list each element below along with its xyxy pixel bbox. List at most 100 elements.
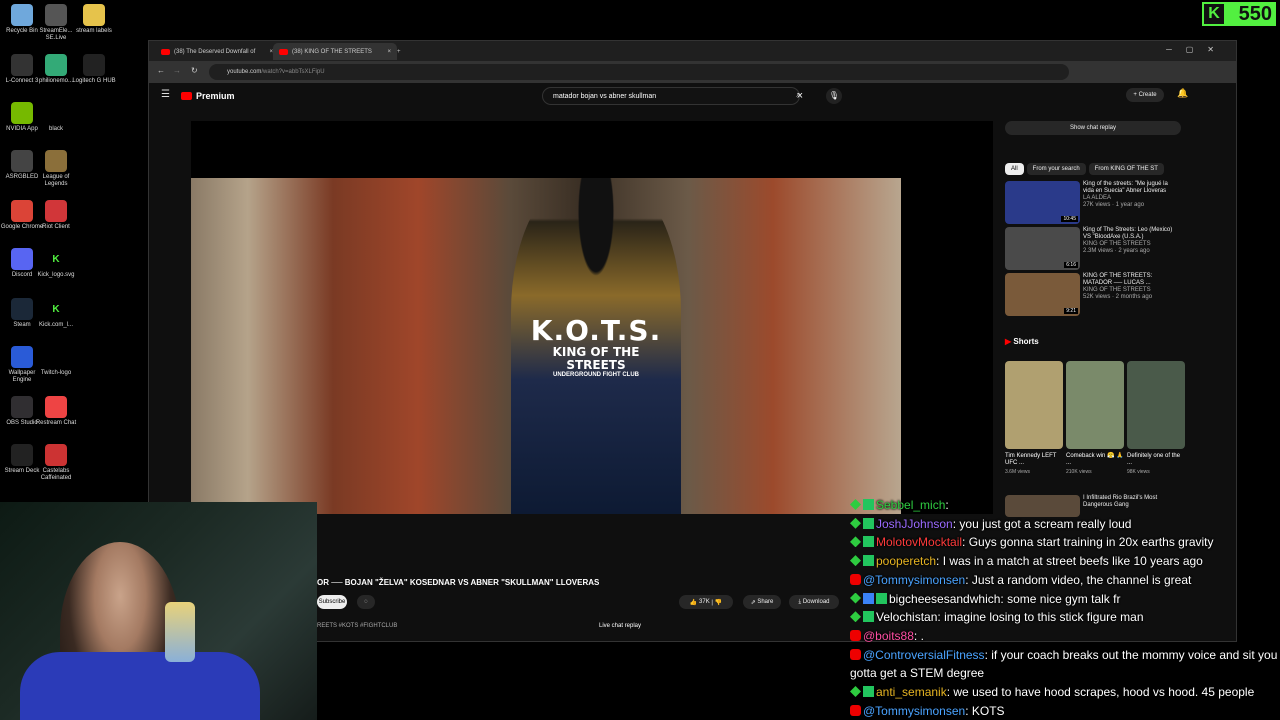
short-video[interactable]: Tim Kennedy LEFT UFC ... 3.6M views <box>1005 361 1063 475</box>
download-button[interactable]: ⤓ Download <box>789 595 839 609</box>
app-icon <box>11 248 33 270</box>
short-video[interactable]: Comeback win 😤 🙏 ... 210K views <box>1066 361 1124 475</box>
url-path: /watch?v=abbTsXLFipU <box>261 69 325 75</box>
mic-icon[interactable]: 🎙 <box>826 88 842 104</box>
chip-all[interactable]: All <box>1005 163 1024 175</box>
desktop-icon[interactable]: Logitech G HUB <box>72 54 116 85</box>
recommended-video[interactable]: 10:45 King of the streets: "Me jugué la v… <box>1005 181 1185 225</box>
desktop-icon[interactable]: K Kick.com_l... <box>34 298 78 329</box>
app-icon <box>83 54 105 76</box>
video-title[interactable]: King of the streets: "Me jugué la vida e… <box>1083 181 1178 195</box>
recommended-video[interactable]: 6:16 King of The Streets: Leo (Mexico) VS… <box>1005 227 1185 271</box>
new-tab-button[interactable]: + <box>391 43 407 60</box>
chat-username[interactable]: Velochistan <box>876 610 937 624</box>
desktop-icon-label: Logitech G HUB <box>72 78 116 84</box>
channel-name[interactable]: KING OF THE STREETS <box>1083 287 1178 294</box>
short-thumbnail[interactable] <box>1127 361 1185 449</box>
video-title[interactable]: KING OF THE STREETS: MATADOR ── LUCAS ..… <box>1083 273 1178 287</box>
back-icon[interactable]: ← <box>157 66 165 75</box>
chat-text: I was in a match at street beefs like 10… <box>942 554 1203 569</box>
desktop-icon[interactable]: Riot Client <box>34 200 78 231</box>
show-chat-replay-button[interactable]: Show chat replay <box>1005 121 1181 135</box>
chat-username[interactable]: anti_semanik <box>876 685 947 699</box>
chat-username[interactable]: JoshJJohnson <box>876 517 953 531</box>
hashtags[interactable]: REETS #KOTS #FIGHTCLUB <box>317 623 397 629</box>
desktop-icon[interactable]: K Kick_logo.svg <box>34 248 78 279</box>
bell-icon[interactable]: 🔔 <box>1177 88 1188 99</box>
app-icon <box>11 150 33 172</box>
kick-badge-icon <box>863 536 874 548</box>
search-icon[interactable]: ⌕ <box>796 89 801 100</box>
short-title[interactable]: Tim Kennedy LEFT UFC ... <box>1005 453 1063 467</box>
like-count: 37K <box>699 599 710 605</box>
share-button[interactable]: ⇗ Share <box>743 595 781 609</box>
youtube-premium-logo[interactable]: Premium <box>196 91 235 101</box>
chat-username[interactable]: @Tommysimonsen <box>863 704 965 718</box>
chat-username[interactable]: Sebbel_mich <box>876 498 945 512</box>
gem-badge-icon <box>850 517 861 529</box>
chat-username[interactable]: pooperetch <box>876 554 936 568</box>
chat-username[interactable]: bigcheesesandwhich <box>889 592 1000 606</box>
chip-from-search[interactable]: From your search <box>1026 163 1086 175</box>
video-thumbnail[interactable]: 6:16 <box>1005 227 1080 270</box>
like-button[interactable]: 👍 37K | 👎 <box>679 595 733 609</box>
recommended-video[interactable]: 9:21 KING OF THE STREETS: MATADOR ── LUCA… <box>1005 273 1185 317</box>
live-chat-replay-header[interactable]: Live chat replay <box>599 623 641 629</box>
short-title[interactable]: Comeback win 😤 🙏 ... <box>1066 453 1124 467</box>
gem-badge-icon <box>850 611 861 623</box>
short-thumbnail[interactable] <box>1005 361 1063 449</box>
chat-separator: : <box>913 628 921 643</box>
forward-icon[interactable]: → <box>173 66 181 75</box>
chat-separator: : <box>965 703 972 718</box>
youtube-favicon-icon <box>161 48 170 55</box>
tab-kots[interactable]: (38) KING OF THE STREETS × <box>273 43 397 60</box>
desktop-icon-label: Kick_logo.svg <box>37 272 75 278</box>
duration-badge: 10:45 <box>1061 216 1078 222</box>
viewer-count: 550 <box>1238 2 1272 25</box>
channel-name[interactable]: KING OF THE STREETS <box>1083 241 1178 248</box>
video-thumbnail[interactable]: 10:45 <box>1005 181 1080 224</box>
subscribe-button[interactable]: Subscribe <box>317 595 347 609</box>
video-title[interactable]: King of The Streets: Leo (Mexico) VS "Bl… <box>1083 227 1178 241</box>
video-thumbnail[interactable]: 9:21 <box>1005 273 1080 316</box>
app-icon <box>45 102 67 124</box>
channel-name[interactable]: LA ALDEA <box>1083 195 1178 202</box>
short-video[interactable]: Definitely one of the ... 98K views <box>1127 361 1185 475</box>
kick-badge-icon <box>863 686 874 698</box>
chat-username[interactable]: MolotovMocktail <box>876 535 962 549</box>
desktop-icon-label: Riot Client <box>42 224 70 230</box>
app-icon <box>45 150 67 172</box>
chat-username[interactable]: @Tommysimonsen <box>863 573 965 587</box>
desktop-icon[interactable]: black <box>34 102 78 133</box>
chat-username[interactable]: @boits88 <box>863 629 914 643</box>
tab-deserved-downfall[interactable]: (38) The Deserved Downfall of × <box>155 43 279 60</box>
video-player[interactable]: K.O.T.S. KING OF THE STREETS UNDERGROUND… <box>191 121 993 514</box>
desktop-icon-label: stream labels <box>76 28 112 34</box>
chat-message: MolotovMocktail: Guys gonna start traini… <box>850 533 1280 552</box>
chip-from-channel[interactable]: From KING OF THE ST <box>1088 163 1164 175</box>
view-count: 52K views · 2 months ago <box>1083 294 1153 300</box>
url-field[interactable]: youtube.com/watch?v=abbTsXLFipU <box>209 64 1069 80</box>
desktop-icon[interactable]: Castelabs Caffeinated <box>34 444 78 482</box>
window-controls[interactable]: ─▢✕ <box>1166 45 1228 54</box>
video-meta: KING OF THE STREETS: MATADOR ── LUCAS ..… <box>1083 273 1178 301</box>
short-title[interactable]: Definitely one of the ... <box>1127 453 1185 467</box>
desktop-icon[interactable]: League of Legends <box>34 150 78 188</box>
app-icon <box>45 444 67 466</box>
reload-icon[interactable]: ↻ <box>191 66 198 75</box>
desktop-icon-label: League of Legends <box>42 174 70 187</box>
chat-message: pooperetch: I was in a match at street b… <box>850 552 1280 571</box>
desktop-icon[interactable]: Restream Chat <box>34 396 78 427</box>
search-value: matador bojan vs abner skullman <box>553 92 657 100</box>
desktop-icon[interactable]: stream labels <box>72 4 116 35</box>
create-button[interactable]: + Create <box>1126 88 1164 102</box>
notify-bell-button[interactable]: ◌ <box>357 595 375 609</box>
chat-username[interactable]: @ControversialFitness <box>863 648 985 662</box>
youtube-logo-icon[interactable] <box>181 92 192 100</box>
search-input[interactable]: matador bojan vs abner skullman × <box>542 87 803 105</box>
chat-message: bigcheesesandwhich: some nice gym talk f… <box>850 590 1280 609</box>
short-thumbnail[interactable] <box>1066 361 1124 449</box>
menu-icon[interactable]: ☰ <box>161 89 170 100</box>
desktop-icon[interactable]: Twitch-logo <box>34 346 78 377</box>
app-icon <box>83 4 105 26</box>
